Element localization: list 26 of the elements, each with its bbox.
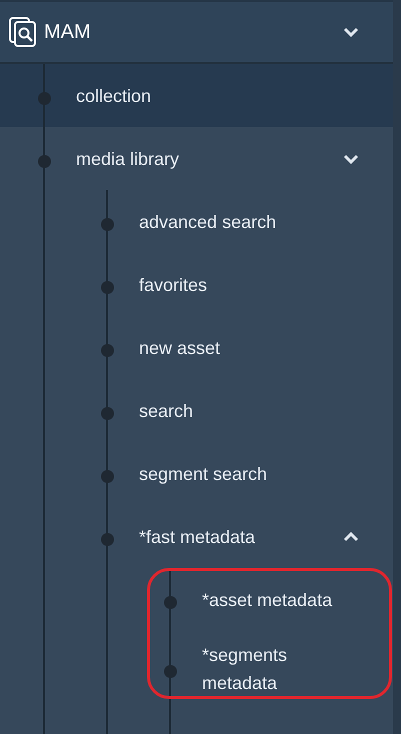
tree-node-dot	[101, 470, 114, 482]
search-document-icon	[8, 16, 38, 48]
tree-node-dot	[38, 154, 51, 168]
menu-item[interactable]: search	[0, 379, 393, 442]
tree-node-dot	[101, 532, 114, 546]
tree-node-dot	[101, 280, 114, 294]
menu-item[interactable]: segment search	[0, 442, 393, 505]
tree-node-dot	[101, 406, 114, 420]
tree-node-dot	[164, 665, 177, 678]
tree-node-dot	[101, 344, 114, 356]
menu-title: MAM	[44, 20, 92, 44]
menu-item[interactable]: new asset	[0, 316, 393, 379]
menu-item[interactable]: media library	[0, 127, 393, 190]
menu-item[interactable]: *segments metadata	[0, 631, 393, 707]
menu-item[interactable]: *fast metadata	[0, 505, 393, 568]
chevron-up-icon[interactable]	[343, 532, 359, 542]
chevron-down-icon[interactable]	[343, 154, 359, 164]
tree-node-dot	[38, 92, 51, 104]
menu-header[interactable]: MAM	[0, 0, 393, 64]
menu-item[interactable]: *asset metadata	[0, 568, 393, 631]
menu-item[interactable]: favorites	[0, 253, 393, 316]
tree-node-dot	[164, 596, 177, 608]
menu-item[interactable]: collection	[0, 64, 393, 127]
chevron-down-icon[interactable]	[343, 27, 359, 37]
tree-node-dot	[101, 218, 114, 230]
menu-item[interactable]: advanced search	[0, 190, 393, 253]
